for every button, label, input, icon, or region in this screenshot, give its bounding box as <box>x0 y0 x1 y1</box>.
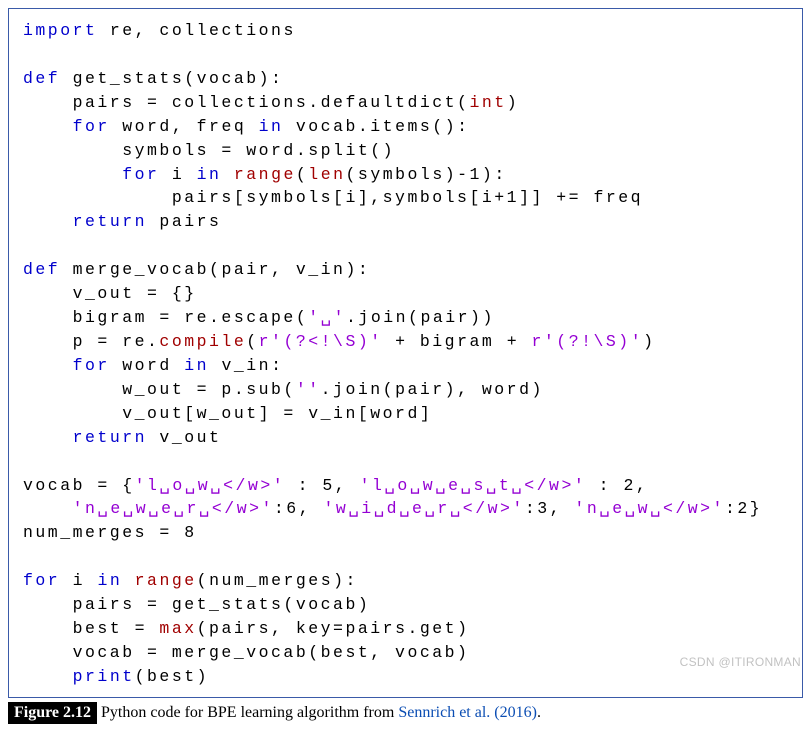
kw-import: import <box>23 21 97 40</box>
kw-def: def <box>23 69 60 88</box>
code-block: import re, collections def get_stats(voc… <box>23 19 796 689</box>
figure-label: Figure 2.12 <box>8 702 97 724</box>
code-block-frame: import re, collections def get_stats(voc… <box>8 8 803 698</box>
watermark: CSDN @ITIRONMAN <box>680 655 801 669</box>
figure-caption: Figure 2.12 Python code for BPE learning… <box>8 702 803 724</box>
citation-link[interactable]: Sennrich et al. (2016) <box>398 704 537 721</box>
caption-text: Python code for BPE learning algorithm f… <box>97 704 398 721</box>
